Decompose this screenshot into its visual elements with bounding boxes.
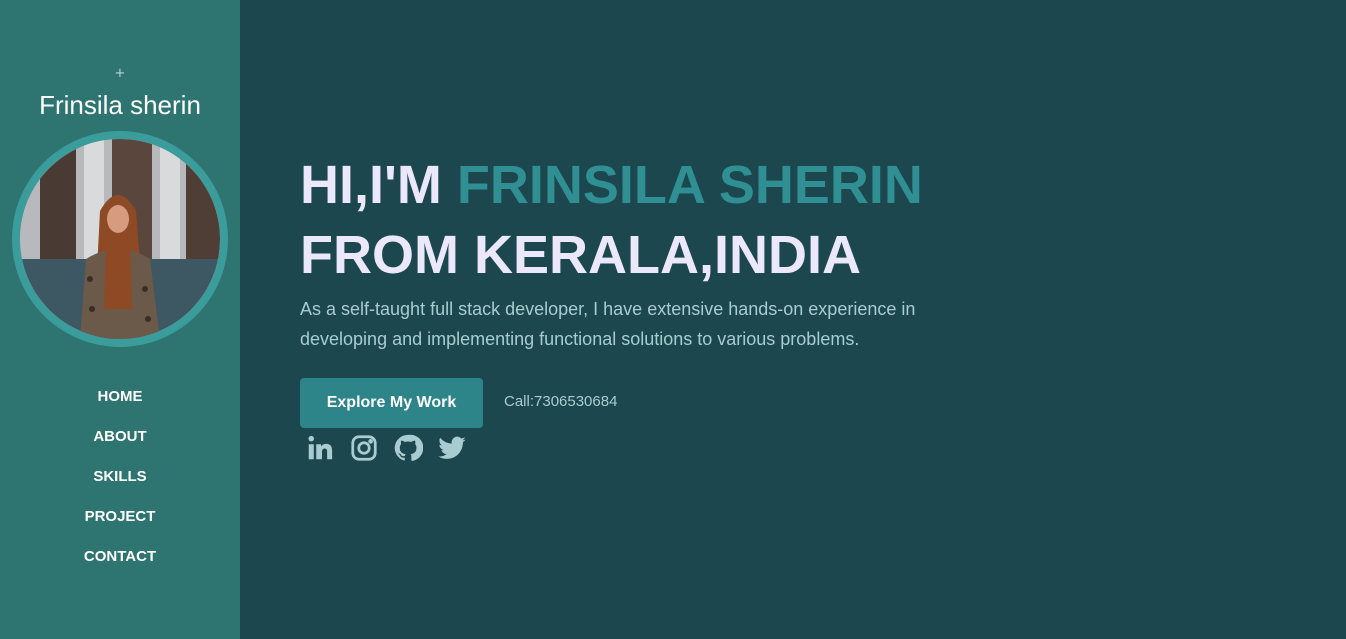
call-number[interactable]: Call:7306530684 [504, 393, 617, 410]
sidebar-nav: HOME ABOUT SKILLS PROJECT CONTACT [84, 387, 156, 587]
location-line: FROM KERALA,INDIA [300, 225, 861, 285]
profile-photo-illustration [20, 139, 220, 339]
nav-contact[interactable]: CONTACT [84, 547, 156, 587]
nav-project[interactable]: PROJECT [85, 507, 156, 547]
hero-actions: Explore My Work Call:7306530684 [300, 378, 1000, 428]
profile-photo [20, 139, 220, 339]
nav-about[interactable]: ABOUT [93, 427, 146, 467]
plus-icon: + [114, 66, 126, 81]
hero-section: HI,I'M FRINSILA SHERIN FROM KERALA,INDIA… [300, 150, 1000, 464]
nav-skills[interactable]: SKILLS [93, 467, 146, 507]
nav-home[interactable]: HOME [98, 387, 143, 427]
sidebar: + Frinsila sherin HOME ABOUT SKILLS PROJ… [0, 0, 240, 639]
sidebar-name: Frinsila sherin [39, 90, 201, 120]
explore-work-button[interactable]: Explore My Work [300, 378, 483, 428]
avatar [12, 131, 228, 347]
github-icon[interactable] [392, 432, 424, 464]
greeting: HI,I'M [300, 155, 457, 215]
twitter-icon[interactable] [436, 432, 468, 464]
highlight-name: FRINSILA SHERIN [456, 155, 923, 215]
social-links [304, 432, 1000, 464]
hero-headline: HI,I'M FRINSILA SHERIN FROM KERALA,INDIA [300, 150, 1000, 290]
hero-description: As a self-taught full stack developer, I… [300, 299, 916, 349]
linkedin-icon[interactable] [304, 432, 336, 464]
instagram-icon[interactable] [348, 432, 380, 464]
